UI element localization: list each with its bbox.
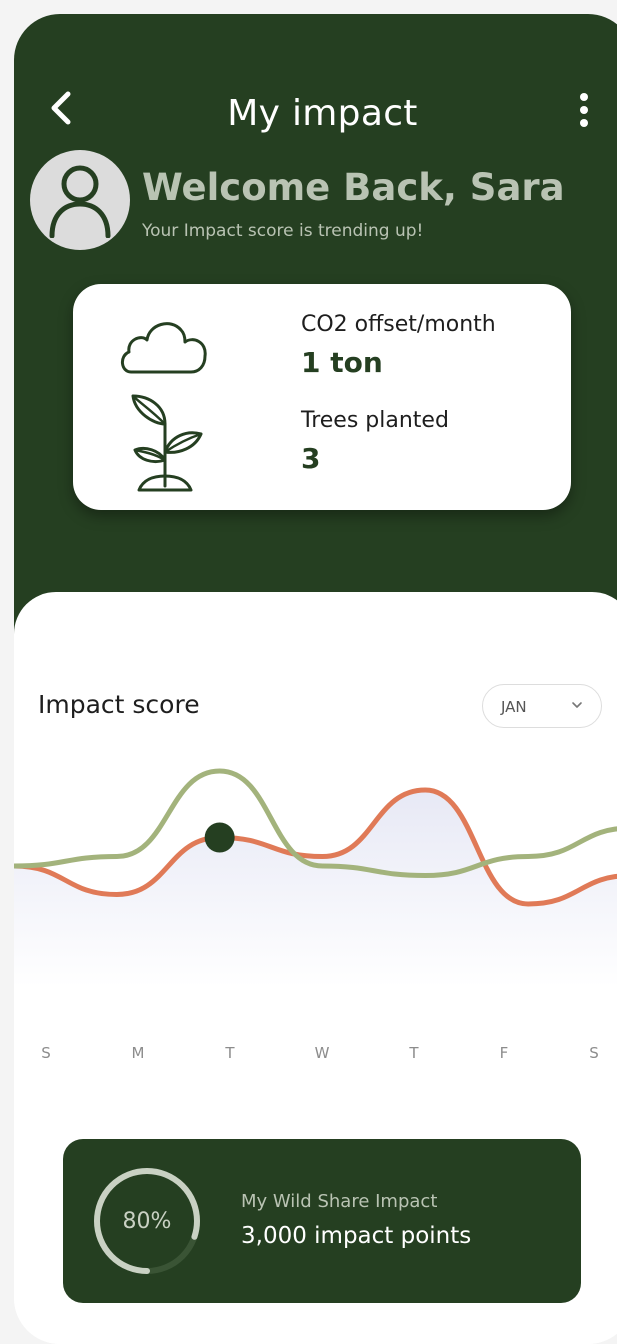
sprout-icon (131, 394, 203, 492)
day-label: M (131, 1044, 145, 1062)
stats-card: CO2 offset/month 1 ton Trees planted 3 (73, 284, 571, 510)
co2-value: 1 ton (301, 346, 383, 379)
co2-label: CO2 offset/month (301, 312, 496, 337)
impact-score-panel: Impact score JAN S M T W T F S 80% My Wild Sha… (14, 592, 617, 1344)
avatar[interactable] (30, 150, 130, 250)
header-panel: My impact Welcome Back, Sara Your Impact… (14, 14, 617, 674)
cloud-icon (121, 322, 207, 374)
day-label: F (499, 1044, 509, 1062)
phone-screen: My impact Welcome Back, Sara Your Impact… (14, 14, 617, 1344)
welcome-heading: Welcome Back, Sara (142, 166, 565, 209)
impact-summary-card[interactable]: 80% My Wild Share Impact 3,000 impact po… (63, 1139, 581, 1303)
trees-label: Trees planted (301, 408, 449, 433)
day-axis: SMTWTFS (14, 1044, 617, 1064)
progress-percent: 80% (122, 1208, 172, 1234)
impact-line-chart (14, 768, 617, 987)
chart-highlight-point[interactable] (204, 822, 235, 853)
day-label: T (225, 1044, 235, 1062)
day-label: W (314, 1044, 330, 1062)
impact-points: 3,000 impact points (241, 1223, 472, 1249)
month-select-value: JAN (501, 698, 527, 716)
chart-area-fill (14, 790, 617, 987)
day-label: S (589, 1044, 599, 1062)
more-options-button[interactable] (569, 88, 599, 132)
day-label: S (41, 1044, 51, 1062)
trend-subtitle: Your Impact score is trending up! (142, 221, 424, 241)
page-title: My impact (227, 93, 418, 134)
more-vertical-icon (580, 93, 588, 127)
impact-score-title: Impact score (38, 690, 200, 719)
user-icon (49, 165, 111, 238)
day-label: T (409, 1044, 419, 1062)
impact-card-label: My Wild Share Impact (241, 1191, 438, 1212)
month-select[interactable]: JAN (482, 684, 602, 728)
trees-value: 3 (301, 442, 321, 475)
chevron-down-icon (572, 702, 582, 708)
